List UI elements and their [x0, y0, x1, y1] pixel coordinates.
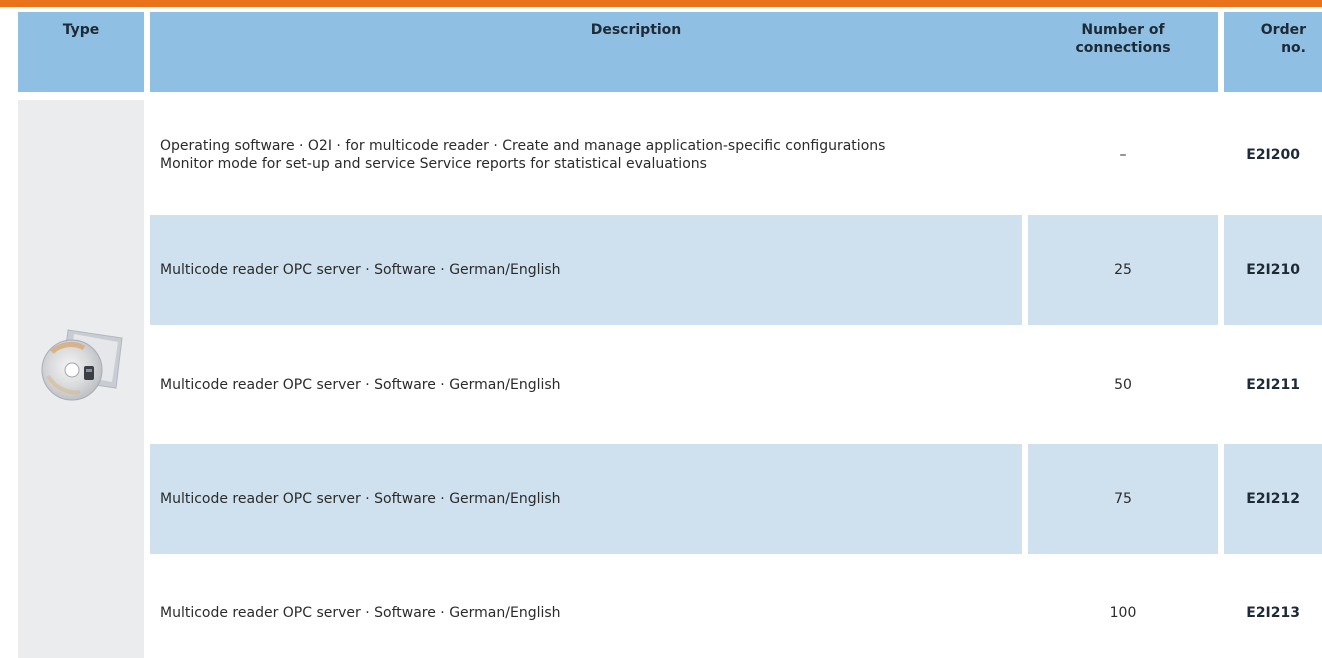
order-number-cell: E2I212 [1224, 444, 1322, 554]
description-cell: Operating software · O2I · for multicode… [150, 100, 1022, 210]
column-header-order-no: Order no. [1224, 12, 1322, 92]
description-text: Multicode reader OPC server · Software ·… [160, 491, 561, 507]
table-row: Multicode reader OPC server · Software ·… [150, 558, 1322, 658]
description-text: Multicode reader OPC server · Software ·… [160, 262, 561, 278]
description-cell: Multicode reader OPC server · Software ·… [150, 215, 1022, 325]
type-cell [18, 100, 144, 658]
description-cell: Multicode reader OPC server · Software ·… [150, 444, 1022, 554]
column-header-type: Type [18, 12, 144, 92]
connections-cell: 75 [1028, 444, 1218, 554]
description-text: Monitor mode for set-up and service Serv… [160, 156, 707, 172]
description-text: Operating software · O2I · for multicode… [160, 138, 886, 154]
accent-bar [0, 0, 1322, 7]
order-number-cell: E2I210 [1224, 215, 1322, 325]
table-row: Multicode reader OPC server · Software ·… [150, 330, 1322, 440]
order-number-cell: E2I213 [1246, 605, 1300, 621]
connections-cell: 50 [1114, 377, 1132, 393]
connections-cell: 25 [1028, 215, 1218, 325]
table-row: Multicode reader OPC server · Software ·… [150, 215, 1322, 325]
description-text: Multicode reader OPC server · Software ·… [160, 377, 561, 393]
order-number-cell: E2I200 [1246, 147, 1300, 163]
software-cd-icon [41, 329, 123, 401]
description-cell: Multicode reader OPC server · Software ·… [150, 330, 1022, 440]
description-cell: Multicode reader OPC server · Software ·… [150, 558, 1022, 658]
column-header-description: Description [150, 12, 1122, 92]
column-header-connections: Number of connections [1028, 12, 1218, 92]
table-row: Multicode reader OPC server · Software ·… [150, 444, 1322, 554]
connections-cell: – [1119, 147, 1127, 163]
description-text: Multicode reader OPC server · Software ·… [160, 605, 561, 621]
order-number-cell: E2I211 [1246, 377, 1300, 393]
table-row: Operating software · O2I · for multicode… [150, 100, 1322, 210]
connections-cell: 100 [1109, 605, 1137, 621]
